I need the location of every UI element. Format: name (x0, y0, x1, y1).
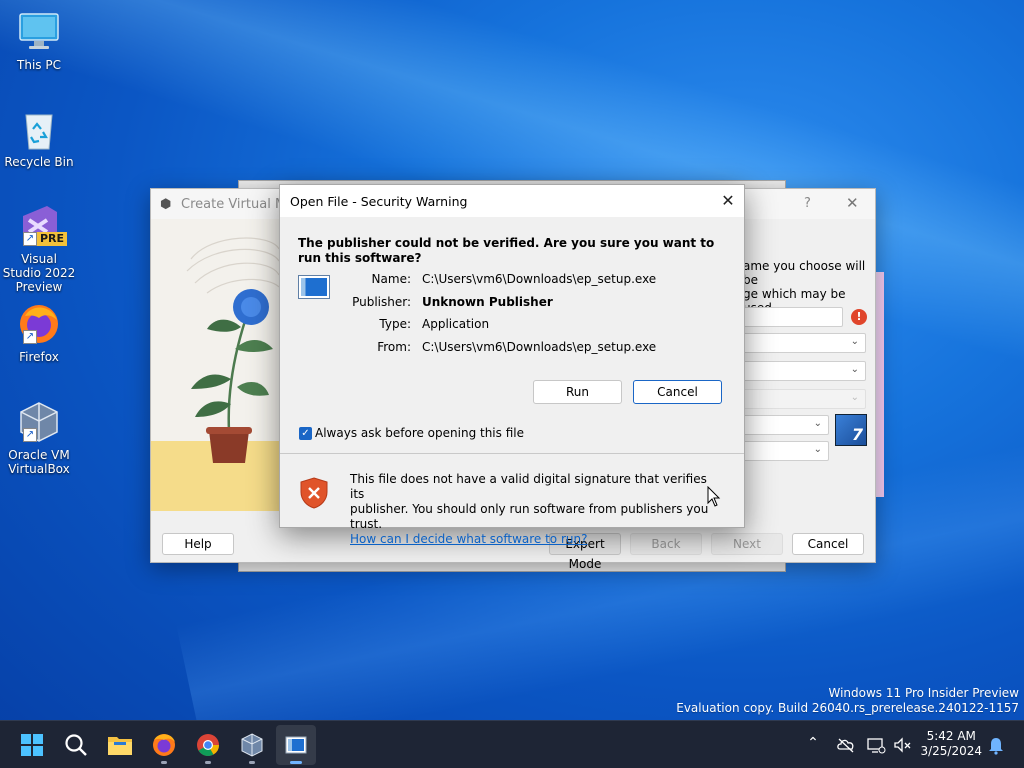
running-indicator (161, 761, 167, 764)
desktop-icon-visual-studio[interactable]: PRE ↗ Visual Studio 2022 Preview (2, 204, 76, 294)
virtualbox-icon: ↗ (17, 400, 61, 444)
watermark-line: Windows 11 Pro Insider Preview (828, 686, 1019, 700)
cancel-button[interactable]: Cancel (633, 380, 722, 404)
warning-line: This file does not have a valid digital … (350, 472, 707, 501)
notification-bell-icon[interactable] (988, 735, 1004, 755)
firefox-icon: ↗ (17, 302, 61, 346)
virtualbox-small-icon: ⬢ (160, 197, 172, 212)
help-button[interactable]: Help (162, 533, 234, 555)
desktop-icon-virtualbox[interactable]: ↗ Oracle VM VirtualBox (2, 400, 76, 476)
desktop-icon-firefox[interactable]: ↗ Firefox (2, 302, 76, 364)
publisher-label: Publisher: (352, 295, 411, 309)
desktop-icon-recycle-bin[interactable]: Recycle Bin (2, 107, 76, 169)
wizard-close-icon[interactable]: ✕ (846, 194, 859, 212)
network-icon[interactable] (866, 735, 886, 755)
desktop-icon-label: Oracle VM VirtualBox (8, 448, 70, 476)
warning-message: This file does not have a valid digital … (350, 472, 720, 547)
always-ask-label[interactable]: Always ask before opening this file (315, 426, 524, 440)
desktop-icon-this-pc[interactable]: This PC (2, 10, 76, 72)
taskbar: ⌃ 5:42 AM 3/25/2024 (0, 720, 1024, 768)
shortcut-arrow-icon: ↗ (23, 428, 37, 442)
clock-date: 3/25/2024 (920, 744, 982, 758)
chevron-down-icon: ⌄ (850, 364, 859, 375)
running-indicator (290, 761, 302, 764)
name-value: C:\Users\vm6\Downloads\ep_setup.exe (422, 272, 657, 286)
os-type-combo[interactable]: ⌄ (743, 415, 829, 435)
warning-shield-icon (299, 477, 329, 509)
desktop-icon-label: Visual Studio 2022 Preview (2, 252, 76, 294)
dialog-close-icon[interactable]: ✕ (712, 185, 744, 217)
os-version-combo[interactable]: ⌄ (743, 441, 829, 461)
edition-combo[interactable]: ⌄ (743, 389, 866, 409)
chevron-down-icon: ⌄ (850, 336, 859, 347)
type-label: Type: (379, 317, 411, 331)
shortcut-arrow-icon: ↗ (23, 232, 37, 246)
search-icon[interactable] (56, 725, 96, 765)
help-decide-link[interactable]: How can I decide what software to run? (350, 532, 720, 547)
monitor-icon (17, 10, 61, 54)
next-button[interactable]: Next (711, 533, 783, 555)
chevron-down-icon: ⌄ (813, 444, 822, 455)
preview-badge: PRE (37, 232, 68, 246)
from-value: C:\Users\vm6\Downloads\ep_setup.exe (422, 340, 657, 354)
volume-muted-icon[interactable] (892, 735, 912, 755)
wizard-description-line: ame you choose will be (743, 259, 866, 287)
dialog-divider (280, 453, 744, 454)
clock-time: 5:42 AM (926, 729, 976, 743)
chrome-icon[interactable] (188, 725, 228, 765)
virtualbox-icon[interactable] (232, 725, 272, 765)
dialog-question: The publisher could not be verified. Are… (298, 236, 715, 265)
name-label: Name: (371, 272, 411, 286)
vm-name-field[interactable] (743, 307, 843, 327)
wizard-illustration (151, 219, 279, 511)
desktop-icon-label: This PC (17, 58, 61, 72)
publisher-value: Unknown Publisher (422, 295, 553, 309)
chevron-down-icon: ⌄ (813, 418, 822, 429)
run-button[interactable]: Run (533, 380, 622, 404)
start-icon[interactable] (12, 725, 52, 765)
dialog-title: Open File - Security Warning (290, 194, 468, 209)
running-indicator (249, 761, 255, 764)
help-question-icon[interactable]: ? (804, 196, 811, 211)
visual-studio-icon: PRE ↗ (17, 204, 68, 248)
security-warning-dialog: Open File - Security Warning ✕ The publi… (279, 184, 745, 546)
file-explorer-icon[interactable] (100, 725, 140, 765)
wizard-cancel-button[interactable]: Cancel (792, 533, 864, 555)
running-indicator (205, 761, 211, 764)
firefox-icon[interactable] (144, 725, 184, 765)
watermark-line: Evaluation copy. Build 26040.rs_prerelea… (676, 701, 1019, 715)
chevron-down-icon: ⌄ (850, 392, 859, 403)
error-icon: ! (851, 309, 867, 325)
recycle-bin-icon (17, 107, 61, 151)
type-value: Application (422, 317, 490, 331)
mouse-pointer-icon (707, 485, 721, 511)
iso-image-combo[interactable]: ⌄ (743, 361, 866, 381)
show-hidden-icons-chevron-icon[interactable]: ⌃ (804, 735, 822, 755)
folder-combo[interactable]: ⌄ (743, 333, 866, 353)
ep-setup-icon[interactable] (276, 725, 316, 765)
always-ask-checkbox[interactable]: ✓ (299, 427, 312, 440)
desktop-icon-label: Firefox (19, 350, 59, 364)
shortcut-arrow-icon: ↗ (23, 330, 37, 344)
system-clock[interactable]: 5:42 AM 3/25/2024 (920, 729, 982, 759)
evaluation-watermark: Windows 11 Pro Insider Preview Evaluatio… (676, 686, 1019, 716)
warning-line: publisher. You should only run software … (350, 502, 709, 531)
dialog-titlebar: Open File - Security Warning (280, 185, 744, 217)
desktop-icon-label: Recycle Bin (4, 155, 74, 169)
windows-7-os-icon: 7 (835, 414, 867, 446)
onedrive-cloud-icon[interactable] (836, 735, 856, 755)
from-label: From: (377, 340, 411, 354)
